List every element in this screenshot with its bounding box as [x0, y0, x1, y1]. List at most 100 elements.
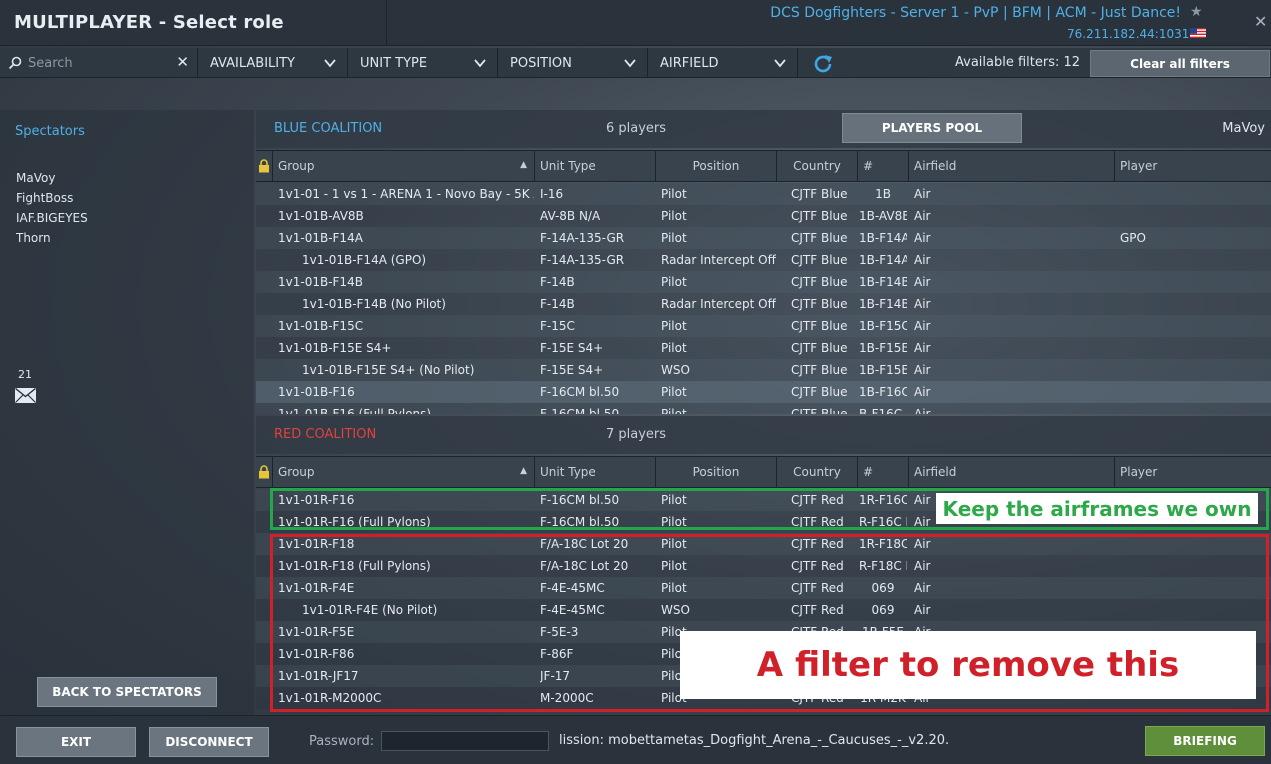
clear-all-filters-button[interactable]: Clear all filters	[1090, 50, 1270, 77]
red-table-header: Group ▲ Unit Type Position Country # Airf…	[256, 456, 1271, 488]
slot-row[interactable]: 1v1-01B-F16 (Full Pylons) F-16CM bl.50 Pil…	[256, 403, 1271, 414]
spectator-item[interactable]: IAF.BIGEYES	[16, 211, 88, 225]
slot-position: Radar Intercept Officer	[661, 297, 776, 311]
slot-airfield: Air	[914, 209, 931, 223]
slot-row[interactable]: 1v1-01 - 1 vs 1 - ARENA 1 - Novo Bay - 5…	[256, 183, 1271, 205]
slot-row[interactable]: 1v1-01B-F14B F-14B Pilot CJTF Blue 1B-F14B Ai…	[256, 271, 1271, 293]
column-country-label: Country	[793, 465, 841, 479]
column-airfield[interactable]: Airfield	[909, 457, 1115, 487]
slot-number: 1B-F14A	[859, 231, 907, 245]
slot-position: Pilot	[661, 275, 687, 289]
blue-coalition-header: BLUE COALITION 6 players PLAYERS POOL Ma…	[256, 110, 1271, 148]
column-position[interactable]: Position	[656, 457, 777, 487]
slot-position: Radar Intercept Officer	[661, 253, 776, 267]
search-icon	[8, 56, 22, 70]
column-group[interactable]: Group ▲	[273, 151, 535, 181]
chevron-down-icon	[324, 59, 336, 68]
blue-player-count: 6 players	[606, 121, 667, 136]
column-player-label: Player	[1120, 159, 1158, 173]
column-airfield-label: Airfield	[914, 465, 957, 479]
spectator-item[interactable]: FightBoss	[16, 191, 73, 205]
password-input[interactable]	[381, 731, 549, 751]
slot-row[interactable]: 1v1-01B-F15E S4+ F-15E S4+ Pilot CJTF Blue 1…	[256, 337, 1271, 359]
column-position[interactable]: Position	[656, 151, 777, 181]
search-input[interactable]	[28, 55, 168, 71]
slot-unit-type: F-14B	[540, 297, 575, 311]
lock-column[interactable]	[256, 151, 273, 181]
lock-column[interactable]	[256, 457, 273, 487]
position-filter[interactable]: POSITION	[498, 48, 648, 78]
clear-search-icon[interactable]: ✕	[176, 53, 189, 71]
slot-row[interactable]: 1v1-01B-F14A (GPO) F-14A-135-GR Radar Inte…	[256, 249, 1271, 271]
slot-number: 1B-F14A	[859, 253, 907, 267]
slot-airfield: Air	[914, 341, 931, 355]
availability-filter-label: AVAILABILITY	[210, 55, 295, 71]
column-player[interactable]: Player	[1115, 457, 1271, 487]
slot-row[interactable]: 1v1-01B-F15C F-15C Pilot CJTF Blue 1B-F15C Ai…	[256, 315, 1271, 337]
spectator-item[interactable]: MaVoy	[16, 171, 55, 185]
mail-icon[interactable]	[15, 388, 36, 403]
slot-unit-type: F-15E S4+	[540, 363, 604, 377]
red-coalition-header: RED COALITION 7 players	[256, 416, 1271, 454]
column-position-label: Position	[692, 159, 740, 173]
slot-group: 1v1-01B-F16 (Full Pylons)	[278, 407, 432, 414]
page-title: MULTIPLAYER - Select role	[14, 12, 284, 33]
blue-slot-table: 1v1-01 - 1 vs 1 - ARENA 1 - Novo Bay - 5…	[256, 183, 1271, 414]
server-ip: 76.211.182.44:10315	[1066, 27, 1197, 41]
column-group-label: Group	[278, 465, 315, 479]
availability-filter[interactable]: AVAILABILITY	[198, 48, 348, 78]
refresh-icon[interactable]	[811, 52, 835, 76]
slot-row[interactable]: 1v1-01B-AV8B AV-8B N/A Pilot CJTF Blue 1B-AV…	[256, 205, 1271, 227]
slot-group: 1v1-01B-F15E S4+ (No Pilot)	[302, 363, 475, 377]
column-number-label: #	[863, 159, 874, 173]
airfield-filter-label: AIRFIELD	[660, 55, 719, 71]
players-pool-button[interactable]: PLAYERS POOL	[842, 113, 1022, 143]
slot-row[interactable]: 1v1-01B-F15E S4+ (No Pilot) F-15E S4+ WSO C…	[256, 359, 1271, 381]
slot-row[interactable]: 1v1-01B-F14B (No Pilot) F-14B Radar Interc…	[256, 293, 1271, 315]
column-number-label: #	[863, 465, 874, 479]
column-unit-type[interactable]: Unit Type	[535, 151, 656, 181]
slot-number: 1B-F15C	[859, 319, 907, 333]
unit-type-filter[interactable]: UNIT TYPE	[348, 48, 498, 78]
slot-number: 1B-F14B	[859, 297, 907, 311]
column-country-label: Country	[793, 159, 841, 173]
column-airfield[interactable]: Airfield	[909, 151, 1115, 181]
position-filter-label: POSITION	[510, 55, 572, 71]
slot-position: Pilot	[661, 407, 687, 414]
spectator-item[interactable]: Thorn	[16, 231, 51, 245]
disconnect-button[interactable]: DISCONNECT	[149, 727, 269, 757]
slot-row[interactable]: 1v1-01B-F16 F-16CM bl.50 Pilot CJTF Blue 1B-…	[256, 381, 1271, 403]
password-label: Password:	[309, 734, 375, 749]
column-country[interactable]: Country	[777, 151, 858, 181]
slot-number: 1B-F15E	[859, 341, 907, 355]
title-divider	[386, 0, 387, 46]
server-name: DCS Dogfighters - Server 1 - PvP | BFM |…	[770, 5, 1181, 21]
slot-unit-type: F-16CM bl.50	[540, 385, 620, 399]
column-group[interactable]: Group ▲	[273, 457, 535, 487]
briefing-button[interactable]: BRIEFING	[1145, 726, 1265, 756]
column-unit-type[interactable]: Unit Type	[535, 457, 656, 487]
close-icon[interactable]: ✕	[1254, 12, 1267, 31]
column-player-label: Player	[1120, 465, 1158, 479]
slot-number: 1B	[875, 187, 891, 201]
slot-airfield: Air	[914, 385, 931, 399]
column-number[interactable]: #	[858, 457, 909, 487]
star-icon[interactable]: ★	[1190, 4, 1203, 20]
column-player[interactable]: Player	[1115, 151, 1271, 181]
slot-group: 1v1-01B-F14B	[278, 275, 363, 289]
mission-name: lission: mobettametas_Dogfight_Arena_-_C…	[559, 733, 950, 748]
column-number[interactable]: #	[858, 151, 909, 181]
airfield-filter[interactable]: AIRFIELD	[648, 48, 798, 78]
slot-row[interactable]: 1v1-01B-F14A F-14A-135-GR Pilot CJTF Blue 1B…	[256, 227, 1271, 249]
column-country[interactable]: Country	[777, 457, 858, 487]
slot-number: B-F16C F	[859, 407, 907, 414]
slot-unit-type: AV-8B N/A	[540, 209, 601, 223]
us-flag-icon	[1190, 28, 1206, 38]
column-unit-type-label: Unit Type	[540, 465, 596, 479]
slot-unit-type: F-15E S4+	[540, 341, 604, 355]
lock-icon	[259, 465, 269, 479]
slot-airfield: Air	[914, 363, 931, 377]
back-to-spectators-button[interactable]: BACK TO SPECTATORS	[37, 677, 217, 707]
sort-up-icon: ▲	[520, 466, 527, 476]
exit-button[interactable]: EXIT	[16, 727, 136, 757]
